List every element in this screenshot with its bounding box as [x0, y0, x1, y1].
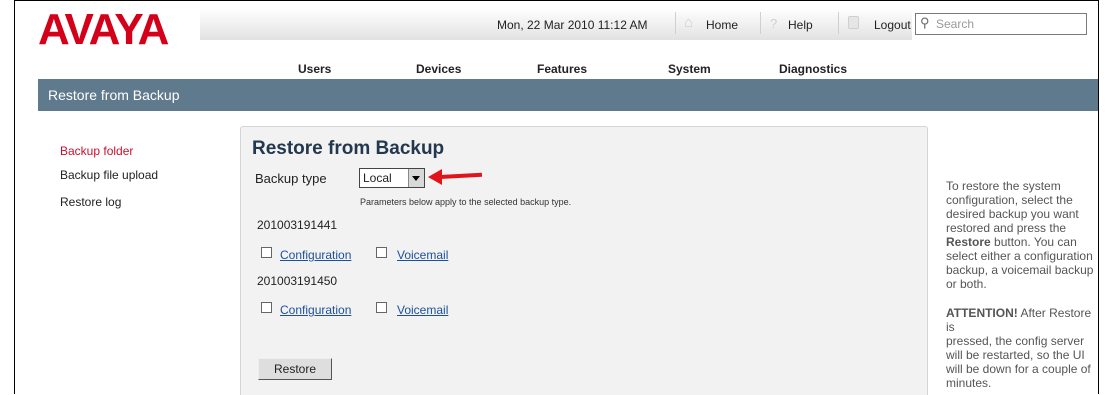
- nav-diagnostics[interactable]: Diagnostics: [779, 62, 847, 76]
- help-line: pressed, the config server: [946, 334, 1085, 348]
- search-box[interactable]: ⚲: [915, 13, 1087, 35]
- current-datetime: Mon, 22 Mar 2010 11:12 AM: [497, 18, 648, 32]
- window-frame-right: [1098, 0, 1099, 394]
- voicemail-checkbox[interactable]: [376, 247, 387, 258]
- separator: [838, 12, 839, 34]
- home-icon[interactable]: ⌂: [684, 14, 693, 31]
- help-line: configuration, select the: [946, 193, 1073, 207]
- search-icon: ⚲: [920, 15, 930, 30]
- window-frame-left: [14, 0, 15, 394]
- help-restore-rest: button. You can: [990, 235, 1077, 249]
- help-line: select either a configuration: [946, 249, 1093, 263]
- backup-type-value: Local: [363, 171, 392, 185]
- panel-title: Restore from Backup: [252, 138, 445, 159]
- voicemail-link[interactable]: Voicemail: [397, 303, 448, 317]
- backup-type-hint: Parameters below apply to the selected b…: [360, 197, 572, 207]
- configuration-link[interactable]: Configuration: [280, 303, 351, 317]
- help-line: ATTENTION! After Restore is: [946, 306, 1096, 334]
- backup-type-label: Backup type: [255, 171, 327, 186]
- restore-button[interactable]: Restore: [258, 358, 332, 380]
- help-line: restored and press the: [946, 221, 1067, 235]
- nav-system[interactable]: System: [668, 62, 711, 76]
- window-frame-top: [14, 0, 1099, 1]
- nav-devices[interactable]: Devices: [416, 62, 461, 76]
- help-line: minutes.: [946, 376, 992, 390]
- lock-icon[interactable]: [848, 16, 859, 29]
- configuration-checkbox[interactable]: [261, 302, 272, 313]
- help-line: will be down for a couple of: [946, 362, 1091, 376]
- nav-features[interactable]: Features: [537, 62, 587, 76]
- help-line: will be restarted, so the UI: [946, 348, 1085, 362]
- avaya-logo: AVAYA: [38, 5, 169, 54]
- help-restore-bold: Restore: [946, 235, 991, 249]
- help-text: To restore the system configuration, sel…: [946, 179, 1096, 291]
- help-attention: ATTENTION! After Restore is pressed, the…: [946, 306, 1096, 390]
- page-title: Restore from Backup: [48, 87, 180, 103]
- home-link[interactable]: Home: [706, 18, 738, 32]
- help-line: or both.: [946, 277, 987, 291]
- sidebar-item-backup-file-upload[interactable]: Backup file upload: [60, 168, 158, 182]
- help-icon[interactable]: ?: [770, 16, 777, 31]
- backup-id: 201003191450: [257, 274, 338, 288]
- sidebar-item-backup-folder[interactable]: Backup folder: [60, 144, 133, 158]
- configuration-link[interactable]: Configuration: [280, 248, 351, 262]
- separator: [760, 12, 761, 34]
- help-link[interactable]: Help: [788, 18, 813, 32]
- help-line: To restore the system: [946, 179, 1061, 193]
- help-line: desired backup you want: [946, 207, 1079, 221]
- annotation-arrow-icon: [428, 169, 442, 185]
- attention-bold: ATTENTION!: [946, 306, 1018, 320]
- logout-link[interactable]: Logout: [874, 18, 911, 32]
- nav-users[interactable]: Users: [298, 62, 331, 76]
- search-input[interactable]: [936, 16, 1081, 31]
- chevron-down-icon[interactable]: [408, 169, 424, 187]
- voicemail-checkbox[interactable]: [376, 302, 387, 313]
- backup-type-select[interactable]: Local: [359, 168, 425, 188]
- help-line: Restore button. You can: [946, 235, 1096, 249]
- sidebar-item-restore-log[interactable]: Restore log: [60, 195, 121, 209]
- backup-id: 201003191441: [257, 218, 338, 232]
- separator: [675, 12, 676, 34]
- page-title-bar: Restore from Backup: [38, 79, 1098, 111]
- help-line: backup, a voicemail backup: [946, 263, 1094, 277]
- configuration-checkbox[interactable]: [261, 247, 272, 258]
- voicemail-link[interactable]: Voicemail: [397, 248, 448, 262]
